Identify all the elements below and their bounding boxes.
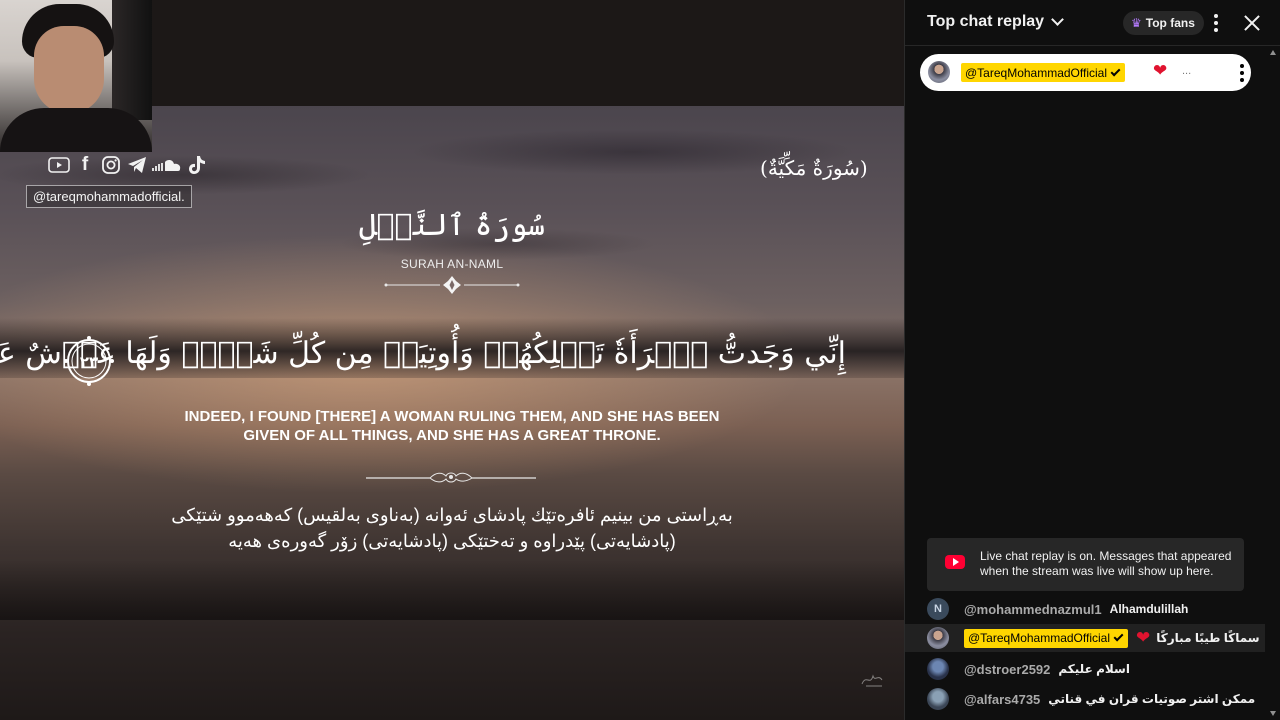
ornament-divider-top [384, 276, 520, 294]
pinned-author: @TareqMohammadOfficial [965, 65, 1108, 80]
chat-header: Top chat replay ♛ Top fans [905, 0, 1280, 46]
beach-shadow [0, 560, 904, 620]
verse-arabic: إِنِّي وَجَدتُّ ٱمۡرَأَةٗ تَمۡلِكُهُمۡ و… [0, 336, 846, 371]
youtube-icon [48, 154, 70, 176]
pinned-message[interactable]: @TareqMohammadOfficial ❤ ... [920, 54, 1251, 91]
message-text: اسلام عليكم [1058, 662, 1130, 676]
chat-scrollbar[interactable] [1269, 46, 1277, 720]
social-handle-badge: @tareqmohammadofficial. [26, 185, 192, 208]
surah-title-arabic: سُورَةُ ٱلنَّمۡلِ [358, 208, 546, 243]
chair [112, 0, 152, 120]
chat-mode-dropdown[interactable]: Top chat replay [927, 13, 1064, 31]
message-author[interactable]: @dstroer2592 [964, 662, 1050, 677]
message-author[interactable]: @alfars4735 [964, 692, 1040, 707]
soundcloud-icon [152, 154, 182, 176]
chat-replay-notice-text: Live chat replay is on. Messages that ap… [980, 549, 1232, 578]
translation-line-1: INDEED, I FOUND [THERE] A WOMAN RULING T… [184, 408, 720, 425]
avatar: N [927, 598, 949, 620]
channel-owner-chip[interactable]: @TareqMohammadOfficial [964, 628, 1129, 648]
webcam-overlay [0, 0, 152, 152]
ornament-divider-middle [366, 472, 536, 483]
shirt [0, 108, 152, 152]
channel-owner-chip[interactable]: @TareqMohammadOfficial [961, 63, 1126, 82]
scroll-down-arrow-icon[interactable] [1270, 711, 1276, 716]
pinned-text-trail: ... [1182, 65, 1192, 77]
chat-message[interactable]: @alfars4735 ممكن اشتر صوتيات قران في قنا… [905, 685, 1265, 713]
verified-check-icon [1113, 631, 1124, 642]
message-author: @TareqMohammadOfficial [968, 631, 1111, 645]
video-player[interactable]: f @tareqmohammadofficial. (سُورَةٌ مَكِّ… [0, 0, 904, 720]
chat-title-label: Top chat replay [927, 13, 1045, 30]
chat-message[interactable]: @TareqMohammadOfficial ❤ سماكًا طيبًا مب… [905, 624, 1265, 652]
close-icon[interactable] [1241, 12, 1263, 34]
tiktok-icon [186, 154, 208, 176]
surah-classification: (سُورَةٌ مَكِّيَّةٌ) [760, 156, 868, 180]
message-text: ممكن اشتر صوتيات قران في قناتي [1048, 692, 1256, 706]
message-text: سماكًا طيبًا مباركًا [1156, 631, 1260, 645]
crown-icon: ♛ [1131, 16, 1142, 30]
verse-kurdish-translation: بەڕاستی من بینیم ئافرەتێك پادشای ئەوانە … [0, 502, 904, 554]
message-author[interactable]: @mohammednazmul1 [964, 602, 1102, 617]
telegram-icon [126, 154, 148, 176]
social-icons: f [48, 154, 208, 176]
chat-more-options-icon[interactable] [1204, 11, 1228, 35]
scroll-up-arrow-icon[interactable] [1270, 50, 1276, 55]
youtube-icon [945, 555, 965, 569]
avatar [927, 627, 949, 649]
chat-message[interactable]: N @mohammednazmul1 Alhamdulillah [905, 595, 1265, 623]
kurdish-line-1: بەڕاستی من بینیم ئافرەتێك پادشای ئەوانە … [171, 505, 733, 525]
chevron-down-icon [1051, 13, 1064, 26]
message-text: Alhamdulillah [1109, 602, 1189, 616]
live-chat-panel: Top chat replay ♛ Top fans @TareqMohamma… [904, 0, 1280, 720]
instagram-icon [100, 154, 122, 176]
top-fans-label: Top fans [1145, 16, 1195, 30]
kurdish-line-2: (پادشایەتی) پێدراوە و تەختێکی (پادشایەتی… [228, 531, 676, 551]
chat-message[interactable]: @dstroer2592 اسلام عليكم [905, 655, 1265, 683]
facebook-icon: f [81, 154, 89, 175]
surah-title-latin: SURAH AN-NAML [400, 257, 504, 271]
face [34, 26, 104, 114]
heart-icon: ❤ [1153, 61, 1168, 80]
verified-check-icon [1110, 66, 1121, 76]
heart-icon: ❤ [1136, 628, 1151, 647]
avatar [928, 61, 950, 83]
avatar [927, 658, 949, 680]
calligraphy-signature [861, 674, 883, 687]
pinned-more-options-icon[interactable] [1230, 61, 1254, 85]
translation-line-2: GIVEN OF ALL THINGS, AND SHE HAS A GREAT… [243, 427, 661, 444]
avatar [927, 688, 949, 710]
chat-replay-notice: Live chat replay is on. Messages that ap… [927, 538, 1244, 591]
verse-translation: INDEED, I FOUND [THERE] A WOMAN RULING T… [0, 407, 904, 445]
top-fans-button[interactable]: ♛ Top fans [1123, 11, 1204, 35]
